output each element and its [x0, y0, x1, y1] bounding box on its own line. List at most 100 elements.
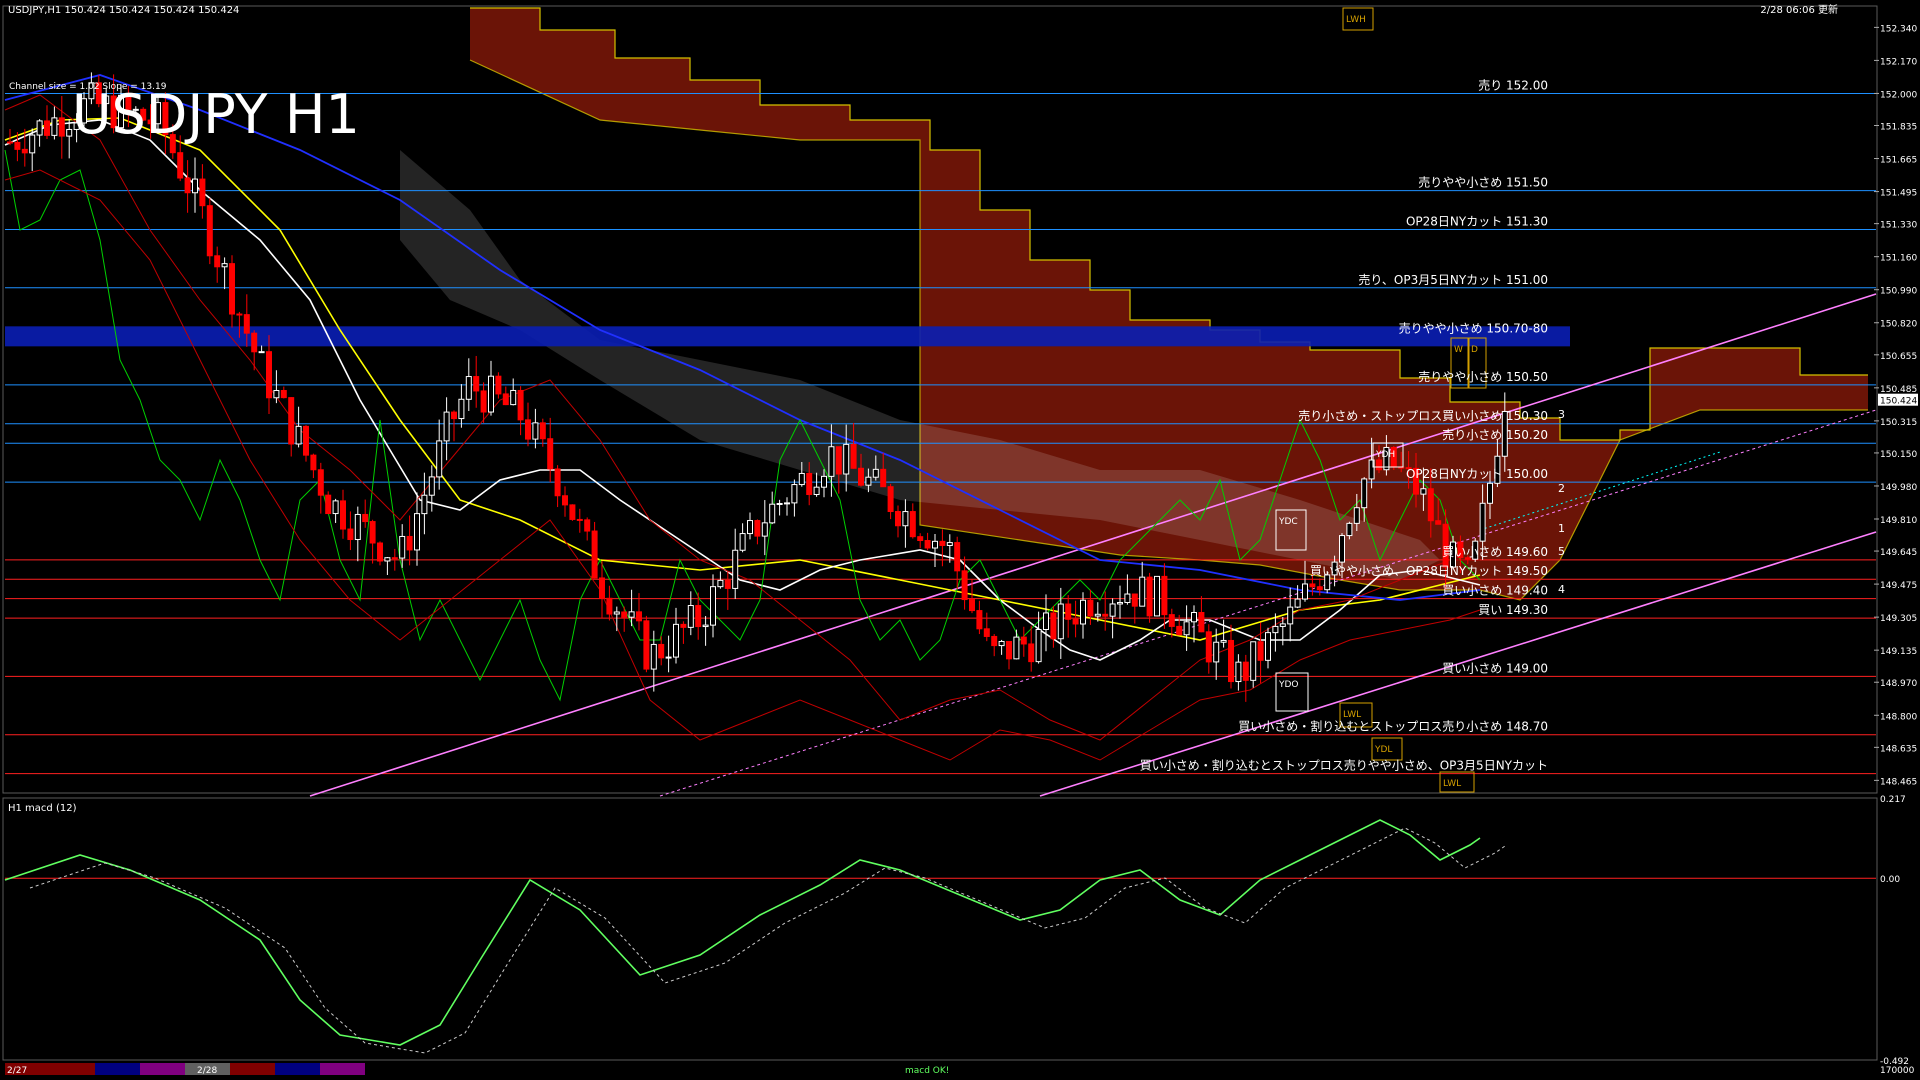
candle-body: [687, 605, 694, 628]
candle-body: [1154, 575, 1160, 617]
candle-body: [1257, 641, 1264, 661]
candle-body: [732, 549, 739, 589]
channel-number: 4: [1558, 583, 1565, 596]
candle-body: [850, 443, 857, 469]
level-label: 売り 152.00: [1478, 77, 1548, 92]
candle-body: [406, 535, 413, 551]
candle-body: [1043, 612, 1049, 631]
candle-body: [599, 577, 605, 599]
trading-chart[interactable]: 3 2 1 5 4 LWH YDH YDC YDO LWL YDL W D LWL USDJPY,H1 …: [0, 0, 1920, 1080]
candle-body: [325, 494, 332, 515]
candle-body: [1139, 576, 1146, 607]
axis-tick-label: 151.160: [1880, 254, 1917, 264]
axis-tick-label: 149.810: [1880, 516, 1917, 526]
symbol-info: USDJPY,H1 150.424 150.424 150.424 150.42…: [8, 5, 239, 16]
candle-body: [29, 134, 36, 154]
axis-tick-label: 152.340: [1880, 24, 1917, 34]
candle-body: [1050, 612, 1057, 640]
candle-body: [946, 542, 953, 546]
candle-body: [843, 443, 850, 475]
candle-body: [665, 656, 672, 659]
candle-body: [909, 511, 916, 538]
ref-box-label: W: [1454, 345, 1463, 355]
candle-body: [251, 332, 258, 353]
level-label: 買い小さめ 149.60: [1442, 545, 1548, 559]
candle-body: [510, 389, 517, 406]
update-time: 2/28 06:06 更新: [1760, 3, 1838, 16]
candle-body: [58, 117, 65, 137]
axis-tick-label: 149.980: [1880, 483, 1917, 493]
level-label: 売り小さめ・ストップロス買い小さめ 150.30: [1298, 408, 1548, 423]
candle-body: [872, 468, 879, 478]
candle-body: [1427, 488, 1434, 522]
candle-body: [621, 611, 628, 618]
candle-body: [199, 178, 206, 207]
candle-body: [1242, 661, 1249, 681]
level-label: 買い小さめ・割り込むとストップロス売りやや小さめ、OP3月5日NYカット: [1140, 758, 1548, 773]
candle-body: [184, 177, 191, 194]
axis-tick-label: 150.485: [1880, 385, 1917, 395]
candle-body: [628, 611, 635, 618]
candle-body: [858, 467, 864, 486]
candle-body: [1161, 575, 1168, 616]
candle-body: [354, 513, 361, 541]
macd-status: macd OK!: [905, 1066, 949, 1076]
level-label: 売りやや小さめ 150.70-80: [1399, 320, 1548, 335]
candle-body: [525, 419, 531, 440]
bottom-value: 170000: [1880, 1066, 1915, 1076]
candle-body: [813, 486, 820, 496]
candle-body: [902, 511, 909, 527]
candle-body: [828, 446, 835, 477]
candle-body: [1124, 593, 1131, 604]
channel-number: 1: [1558, 522, 1565, 535]
candle-body: [66, 128, 73, 137]
candle-body: [14, 141, 21, 150]
candle-body: [695, 605, 702, 628]
candle-body: [288, 397, 295, 445]
candle-body: [1146, 576, 1153, 617]
candle-body: [961, 570, 968, 601]
candle-body: [332, 500, 339, 515]
axis-tick-label: 152.000: [1880, 90, 1917, 100]
candle-body: [428, 476, 435, 496]
candle-body: [784, 502, 790, 505]
candle-body: [236, 313, 243, 316]
level-label: 買い 149.30: [1478, 603, 1548, 617]
time-label: 2/27: [7, 1066, 27, 1076]
candle-body: [377, 542, 383, 562]
candle-body: [347, 528, 354, 541]
macd-title: H1 macd (12): [8, 803, 77, 814]
time-segment: [140, 1063, 185, 1075]
candle-body: [761, 522, 768, 537]
candle-body: [391, 557, 398, 560]
candle-body: [1265, 632, 1271, 661]
candle-body: [369, 521, 376, 544]
candle-body: [769, 503, 776, 524]
time-segment: [275, 1063, 320, 1075]
candle-body: [1191, 612, 1197, 623]
candle-body: [1294, 598, 1301, 608]
candle-body: [1080, 599, 1086, 625]
candle-body: [1057, 603, 1064, 640]
candle-body: [221, 263, 228, 268]
level-label: 買い小さめ 149.40: [1442, 584, 1548, 598]
candle-body: [969, 599, 975, 612]
channel-number: 3: [1558, 408, 1565, 421]
candle-body: [1176, 625, 1183, 636]
candle-body: [399, 535, 406, 559]
candle-body: [229, 263, 235, 315]
candle-body: [1376, 459, 1382, 471]
candle-body: [340, 500, 346, 530]
candle-body: [569, 504, 576, 520]
macd-axis-label: 0.00: [1880, 875, 1900, 885]
candle-body: [1102, 613, 1109, 617]
candle-body: [747, 520, 753, 535]
candle-body: [976, 610, 983, 630]
candle-body: [1020, 636, 1027, 645]
candle-body: [1302, 583, 1308, 600]
candle-body: [310, 454, 317, 471]
candle-body: [1435, 520, 1442, 525]
candle-body: [562, 495, 568, 506]
candle-body: [1013, 636, 1020, 660]
candle-body: [983, 628, 990, 637]
